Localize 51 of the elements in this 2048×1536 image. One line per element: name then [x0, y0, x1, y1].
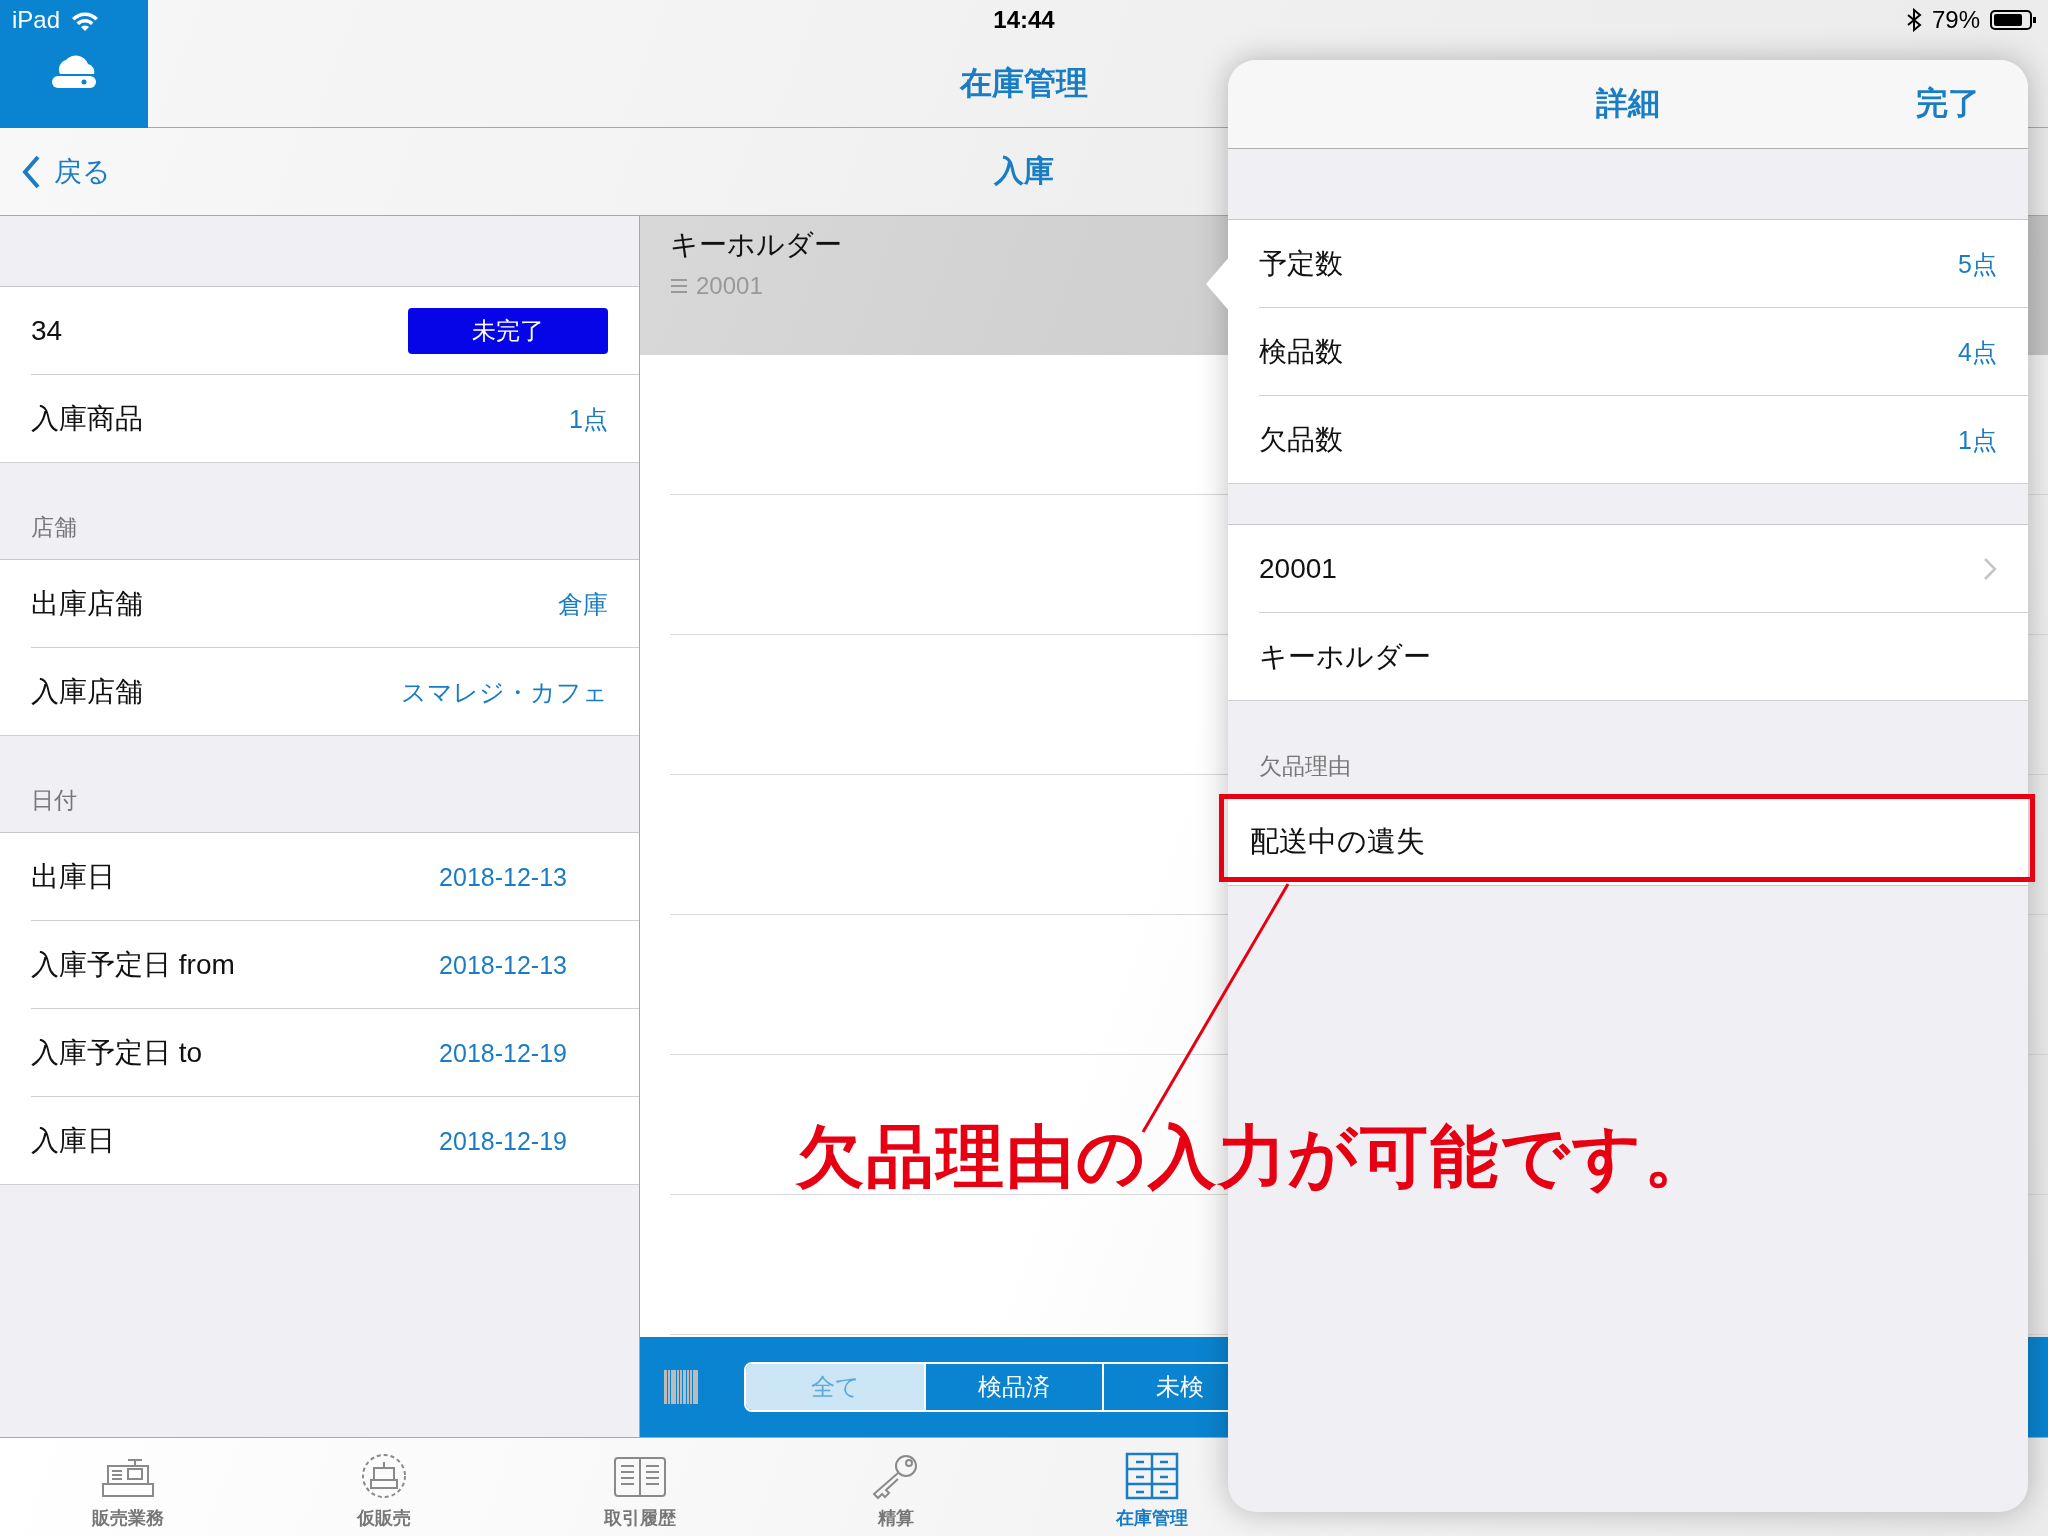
row-value: 4点: [1958, 336, 1997, 368]
product-code-row[interactable]: 20001: [1228, 525, 2028, 613]
tab-item[interactable]: 在庫管理: [1024, 1438, 1280, 1536]
chevron-right-icon: [1983, 557, 1997, 581]
row-value: 2018-12-13: [439, 950, 567, 980]
bluetooth-icon: [1905, 8, 1922, 32]
device-name: iPad: [12, 6, 61, 34]
row-value: 2018-12-19: [439, 1126, 567, 1156]
section-header: 欠品理由: [1258, 752, 1352, 781]
row-label: 入庫店舗: [31, 675, 143, 709]
row-value: 倉庫: [558, 588, 608, 620]
barcode-scan-icon[interactable]: [664, 1370, 700, 1404]
filter-segment[interactable]: 検品済: [924, 1364, 1102, 1410]
tab-item[interactable]: 取引履歴: [512, 1438, 768, 1536]
reason-field[interactable]: 配送中の遺失: [1228, 798, 2028, 886]
book-icon: [612, 1454, 668, 1500]
back-chevron-icon: [22, 154, 42, 189]
wifi-icon: [70, 9, 101, 31]
panel-title: 詳細: [1596, 84, 1660, 123]
row-value: 1点: [1958, 424, 1997, 456]
row-label: 入庫商品: [31, 402, 143, 436]
battery-icon: [1990, 10, 2036, 30]
row-label: 出庫日: [31, 860, 115, 894]
status-button[interactable]: 未完了: [408, 308, 608, 354]
row-value: 2018-12-13: [439, 862, 567, 892]
cash-register-icon: [100, 1456, 156, 1500]
row-value: 1点: [569, 403, 608, 435]
row-value: 2018-12-19: [439, 1038, 567, 1068]
row-label: 出庫店舗: [31, 587, 143, 621]
row-label: 入庫日: [31, 1124, 115, 1158]
row-label: 入庫予定日 to: [31, 1036, 203, 1070]
list-icon: [670, 277, 688, 295]
row-label: 入庫予定日 from: [31, 948, 235, 982]
slip-number: 34: [31, 315, 63, 347]
app-title: 在庫管理: [960, 63, 1088, 103]
tab-item[interactable]: 仮販売: [256, 1438, 512, 1536]
done-button[interactable]: 完了: [1910, 81, 1986, 127]
row-label: 検品数: [1259, 335, 1343, 369]
tab-item[interactable]: 精算: [768, 1438, 1024, 1536]
battery-percent: 79%: [1931, 6, 1980, 34]
row-value: 5点: [1958, 248, 1997, 280]
screen-title: 入庫: [994, 153, 1054, 189]
tab-item[interactable]: 販売業務: [0, 1438, 256, 1536]
clock-time: 14:44: [993, 6, 1055, 34]
back-button[interactable]: 戻る: [0, 151, 117, 192]
row-value: スマレジ・カフェ: [401, 676, 608, 708]
annotation-text: 欠品理由の入力が可能です。: [796, 1117, 1714, 1196]
cabinet-icon: [1124, 1452, 1180, 1500]
row-label: 欠品数: [1259, 423, 1343, 457]
row-label: 予定数: [1259, 247, 1343, 281]
product-name: キーホルダー: [1259, 640, 1431, 674]
